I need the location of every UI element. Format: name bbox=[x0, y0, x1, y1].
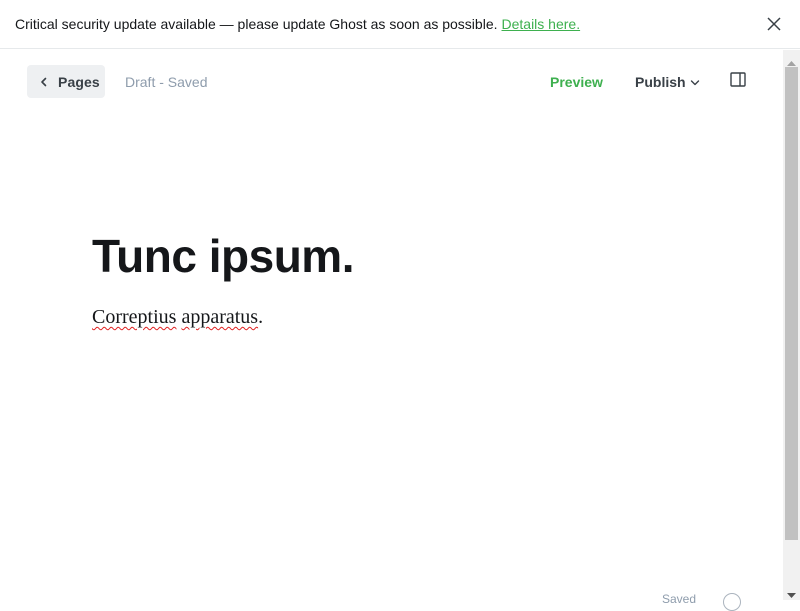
post-body-punctuation: . bbox=[258, 306, 264, 328]
publish-button[interactable]: Publish bbox=[635, 74, 700, 90]
publish-button-label: Publish bbox=[635, 74, 686, 90]
scroll-up-arrow-icon[interactable] bbox=[783, 56, 800, 66]
word-count-label: Saved bbox=[662, 592, 697, 606]
save-status: Draft - Saved bbox=[125, 74, 208, 90]
back-button-label: Pages bbox=[58, 73, 100, 90]
post-body[interactable]: Correptius apparatus. bbox=[92, 306, 263, 329]
banner-message: Critical security update available — ple… bbox=[15, 16, 580, 32]
security-update-banner: Critical security update available — ple… bbox=[0, 0, 800, 49]
post-body-word: Correptius bbox=[92, 306, 177, 328]
page-scrollbar[interactable] bbox=[783, 50, 800, 600]
chevron-left-icon bbox=[41, 77, 47, 86]
scroll-thumb[interactable] bbox=[785, 67, 798, 540]
sidebar-toggle-icon[interactable] bbox=[730, 72, 746, 87]
post-title[interactable]: Tunc ipsum. bbox=[92, 229, 355, 283]
banner-details-link[interactable]: Details here. bbox=[502, 16, 581, 32]
close-icon[interactable] bbox=[766, 16, 782, 32]
help-icon[interactable] bbox=[723, 593, 741, 611]
banner-message-text: Critical security update available — ple… bbox=[15, 16, 498, 32]
chevron-down-icon bbox=[690, 80, 699, 86]
post-body-word: apparatus bbox=[181, 306, 259, 328]
back-to-pages-button[interactable]: Pages bbox=[27, 65, 105, 98]
preview-button[interactable]: Preview bbox=[550, 74, 603, 90]
scroll-down-arrow-icon[interactable] bbox=[783, 587, 800, 598]
